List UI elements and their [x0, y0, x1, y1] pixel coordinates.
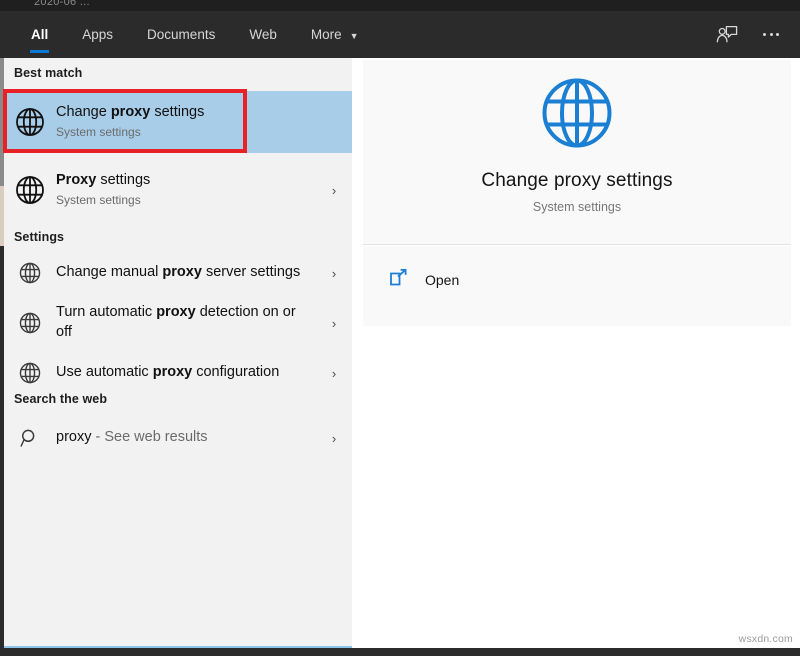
result-item-subtitle: System settings	[56, 192, 141, 207]
title-suffix: server settings	[201, 264, 301, 281]
search-header: All Apps Documents Web More ▼	[0, 11, 800, 58]
bottom-strip	[0, 648, 800, 656]
feedback-icon	[716, 25, 738, 42]
open-external-icon	[389, 268, 408, 292]
section-heading-search-the-web: Search the web	[14, 392, 108, 406]
title-match-term: proxy	[162, 264, 202, 281]
result-item-subtitle: System settings	[56, 124, 141, 139]
preview-actions: Open	[363, 246, 791, 326]
header-actions	[708, 11, 790, 58]
settings-item-turn-automatic-proxy-detection[interactable]: Turn automatic proxy detection on or off…	[4, 297, 352, 349]
web-search-item[interactable]: proxy - See web results ›	[4, 418, 352, 458]
title-suffix: settings	[150, 104, 205, 121]
results-pane: Best match Change proxy settings System …	[0, 58, 352, 648]
settings-item-title: Change manual proxy server settings	[56, 264, 300, 280]
web-search-query: proxy	[56, 429, 92, 446]
more-options-button[interactable]	[752, 16, 790, 54]
section-heading-best-match: Best match	[14, 66, 83, 80]
globe-icon	[4, 362, 56, 384]
search-flyout: 2020-06 ... All Apps Documents Web More …	[0, 0, 800, 656]
result-item-text-block: Proxy settings System settings	[56, 171, 316, 208]
chevron-down-icon: ▼	[349, 30, 359, 41]
globe-icon	[4, 262, 56, 284]
tab-web[interactable]: Web	[232, 11, 294, 58]
settings-item-text-block: Use automatic proxy configuration	[56, 363, 316, 383]
tab-apps-label: Apps	[82, 27, 114, 42]
title-match-term: proxy	[110, 104, 151, 121]
chevron-right-icon[interactable]: ›	[316, 316, 352, 331]
result-item-title: Proxy settings	[56, 172, 150, 188]
tab-all[interactable]: All	[14, 11, 65, 58]
web-search-title: proxy - See web results	[56, 429, 208, 445]
settings-item-title: Use automatic proxy configuration	[56, 364, 279, 380]
title-prefix: Turn automatic	[56, 304, 157, 321]
watermark: wsxdn.com	[738, 633, 793, 645]
chevron-right-icon[interactable]: ›	[316, 431, 352, 446]
settings-item-change-manual-proxy-server-settings[interactable]: Change manual proxy server settings ›	[4, 253, 352, 293]
result-item-change-proxy-settings[interactable]: Change proxy settings System settings	[4, 91, 352, 153]
title-match-term: proxy	[152, 364, 193, 381]
preview-title: Change proxy settings	[481, 170, 673, 191]
web-search-suffix: - See web results	[91, 429, 208, 446]
open-action-label: Open	[425, 272, 460, 288]
globe-icon	[541, 77, 613, 154]
chevron-right-icon[interactable]: ›	[316, 266, 352, 281]
web-search-text-block: proxy - See web results	[56, 428, 316, 448]
result-item-text-block: Change proxy settings System settings	[56, 103, 352, 140]
more-options-icon	[763, 33, 779, 36]
title-prefix: Use automatic	[56, 364, 153, 381]
tab-bar: All Apps Documents Web More ▼	[14, 11, 376, 58]
preview-card: Change proxy settings System settings	[363, 60, 791, 245]
tab-more[interactable]: More ▼	[294, 11, 376, 58]
settings-item-text-block: Change manual proxy server settings	[56, 263, 316, 283]
title-prefix: Change	[56, 104, 111, 121]
title-suffix: configuration	[192, 364, 280, 381]
open-action[interactable]: Open	[389, 268, 459, 292]
tab-apps[interactable]: Apps	[65, 11, 130, 58]
globe-icon	[4, 107, 56, 137]
chevron-right-icon[interactable]: ›	[316, 183, 352, 198]
feedback-button[interactable]	[708, 16, 746, 54]
globe-icon	[4, 312, 56, 334]
settings-item-use-automatic-proxy-configuration[interactable]: Use automatic proxy configuration ›	[4, 353, 352, 393]
globe-icon	[4, 175, 56, 205]
title-match-term: Proxy	[56, 172, 97, 189]
result-item-proxy-settings[interactable]: Proxy settings System settings ›	[4, 159, 352, 221]
title-prefix: Change manual	[56, 264, 163, 281]
title-suffix: settings	[96, 172, 151, 189]
preview-pane: Change proxy settings System settings Op…	[360, 58, 800, 648]
search-icon	[4, 428, 56, 448]
preview-subtitle: System settings	[532, 200, 622, 214]
tab-more-label: More	[310, 27, 342, 42]
tab-documents[interactable]: Documents	[130, 11, 232, 58]
chevron-right-icon[interactable]: ›	[316, 366, 352, 381]
settings-item-title: Turn automatic proxy detection on or off	[56, 304, 296, 340]
title-match-term: proxy	[156, 304, 196, 321]
tab-active-indicator	[30, 50, 50, 53]
search-body: Best match Change proxy settings System …	[0, 58, 800, 648]
settings-item-text-block: Turn automatic proxy detection on or off	[56, 303, 316, 342]
tab-all-label: All	[31, 27, 49, 42]
clipped-top-text: 2020-06 ...	[34, 0, 90, 8]
result-item-title: Change proxy settings	[56, 104, 204, 120]
clipped-top-strip: 2020-06 ...	[0, 0, 800, 11]
tab-web-label: Web	[249, 27, 277, 42]
tab-documents-label: Documents	[147, 27, 216, 42]
section-heading-settings: Settings	[14, 230, 65, 244]
